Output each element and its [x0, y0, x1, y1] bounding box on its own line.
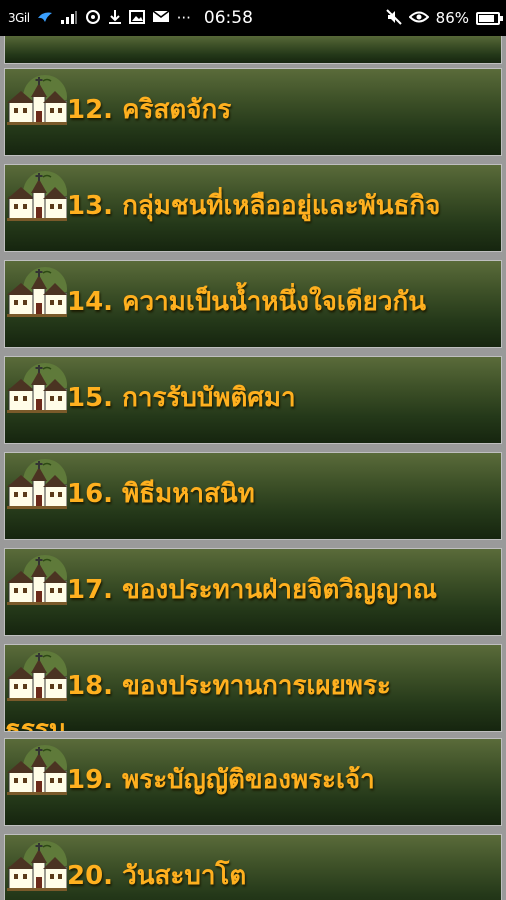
- mute-icon: [385, 8, 402, 28]
- list-item-15[interactable]: 15. การรับบัพติศมา: [4, 356, 502, 444]
- list-item-17[interactable]: 17. ของประทานฝ่ายจิตวิญญาณ: [4, 548, 502, 636]
- status-bar: 3Gil ··· 06:58 86%: [0, 0, 506, 36]
- church-icon: [7, 651, 68, 709]
- eye-icon: [408, 11, 430, 26]
- church-icon: [7, 459, 68, 517]
- list-item-label: 18. ของประทานการเผยพระ: [67, 671, 391, 701]
- church-icon: [7, 841, 68, 899]
- clock: 06:58: [203, 7, 253, 28]
- download-icon: [108, 9, 122, 28]
- list-item-label: 12. คริสตจักร: [67, 95, 232, 125]
- list-item-label: 13. กลุ่มชนที่เหลืออยู่และพันธกิจ: [67, 191, 441, 221]
- church-icon: [7, 75, 68, 133]
- battery-icon: [476, 11, 503, 25]
- list-item-14[interactable]: 14. ความเป็นน้ำหนึ่งใจเดียวกัน: [4, 260, 502, 348]
- list-item-19[interactable]: 19. พระบัญญัติของพระเจ้า: [4, 738, 502, 826]
- list-item-label-overflow: ธรรม: [5, 715, 66, 732]
- list-item-16[interactable]: 16. พิธีมหาสนิท: [4, 452, 502, 540]
- church-icon: [7, 267, 68, 325]
- list-item-12[interactable]: 12. คริสตจักร: [4, 68, 502, 156]
- list-item-label: 17. ของประทานฝ่ายจิตวิญญาณ: [67, 575, 437, 605]
- church-icon: [7, 363, 68, 421]
- list-item-18[interactable]: 18. ของประทานการเผยพระ ธรรม: [4, 644, 502, 732]
- church-icon: [7, 555, 68, 613]
- list-item-label: 20. วันสะบาโต: [67, 861, 247, 891]
- church-icon: [7, 171, 68, 229]
- signal-bars-icon: [60, 10, 78, 27]
- list-item-label: 14. ความเป็นน้ำหนึ่งใจเดียวกัน: [67, 287, 427, 317]
- list-item-20[interactable]: 20. วันสะบาโต: [4, 834, 502, 900]
- status-bar-right: 86%: [385, 0, 503, 36]
- sync-icon: [85, 9, 101, 28]
- list-item-11[interactable]: [4, 36, 502, 64]
- more-icon: ···: [176, 8, 191, 27]
- image-icon: [128, 9, 145, 27]
- topic-list: 12. คริสตจักร 13. กลุ่มชนที่เหลืออยู่และ…: [0, 36, 506, 900]
- bird-app-icon: [37, 10, 53, 27]
- list-item-label: 15. การรับบัพติศมา: [67, 383, 296, 413]
- list-item-label: 19. พระบัญญัติของพระเจ้า: [67, 765, 375, 795]
- battery-percent: 86%: [435, 8, 469, 27]
- list-item-label: 16. พิธีมหาสนิท: [67, 479, 255, 509]
- status-bar-left: 3Gil ··· 06:58: [8, 0, 253, 36]
- church-icon: [7, 745, 68, 803]
- mail-icon: [152, 10, 170, 26]
- carrier-label: 3Gil: [8, 11, 30, 25]
- list-item-13[interactable]: 13. กลุ่มชนที่เหลืออยู่และพันธกิจ: [4, 164, 502, 252]
